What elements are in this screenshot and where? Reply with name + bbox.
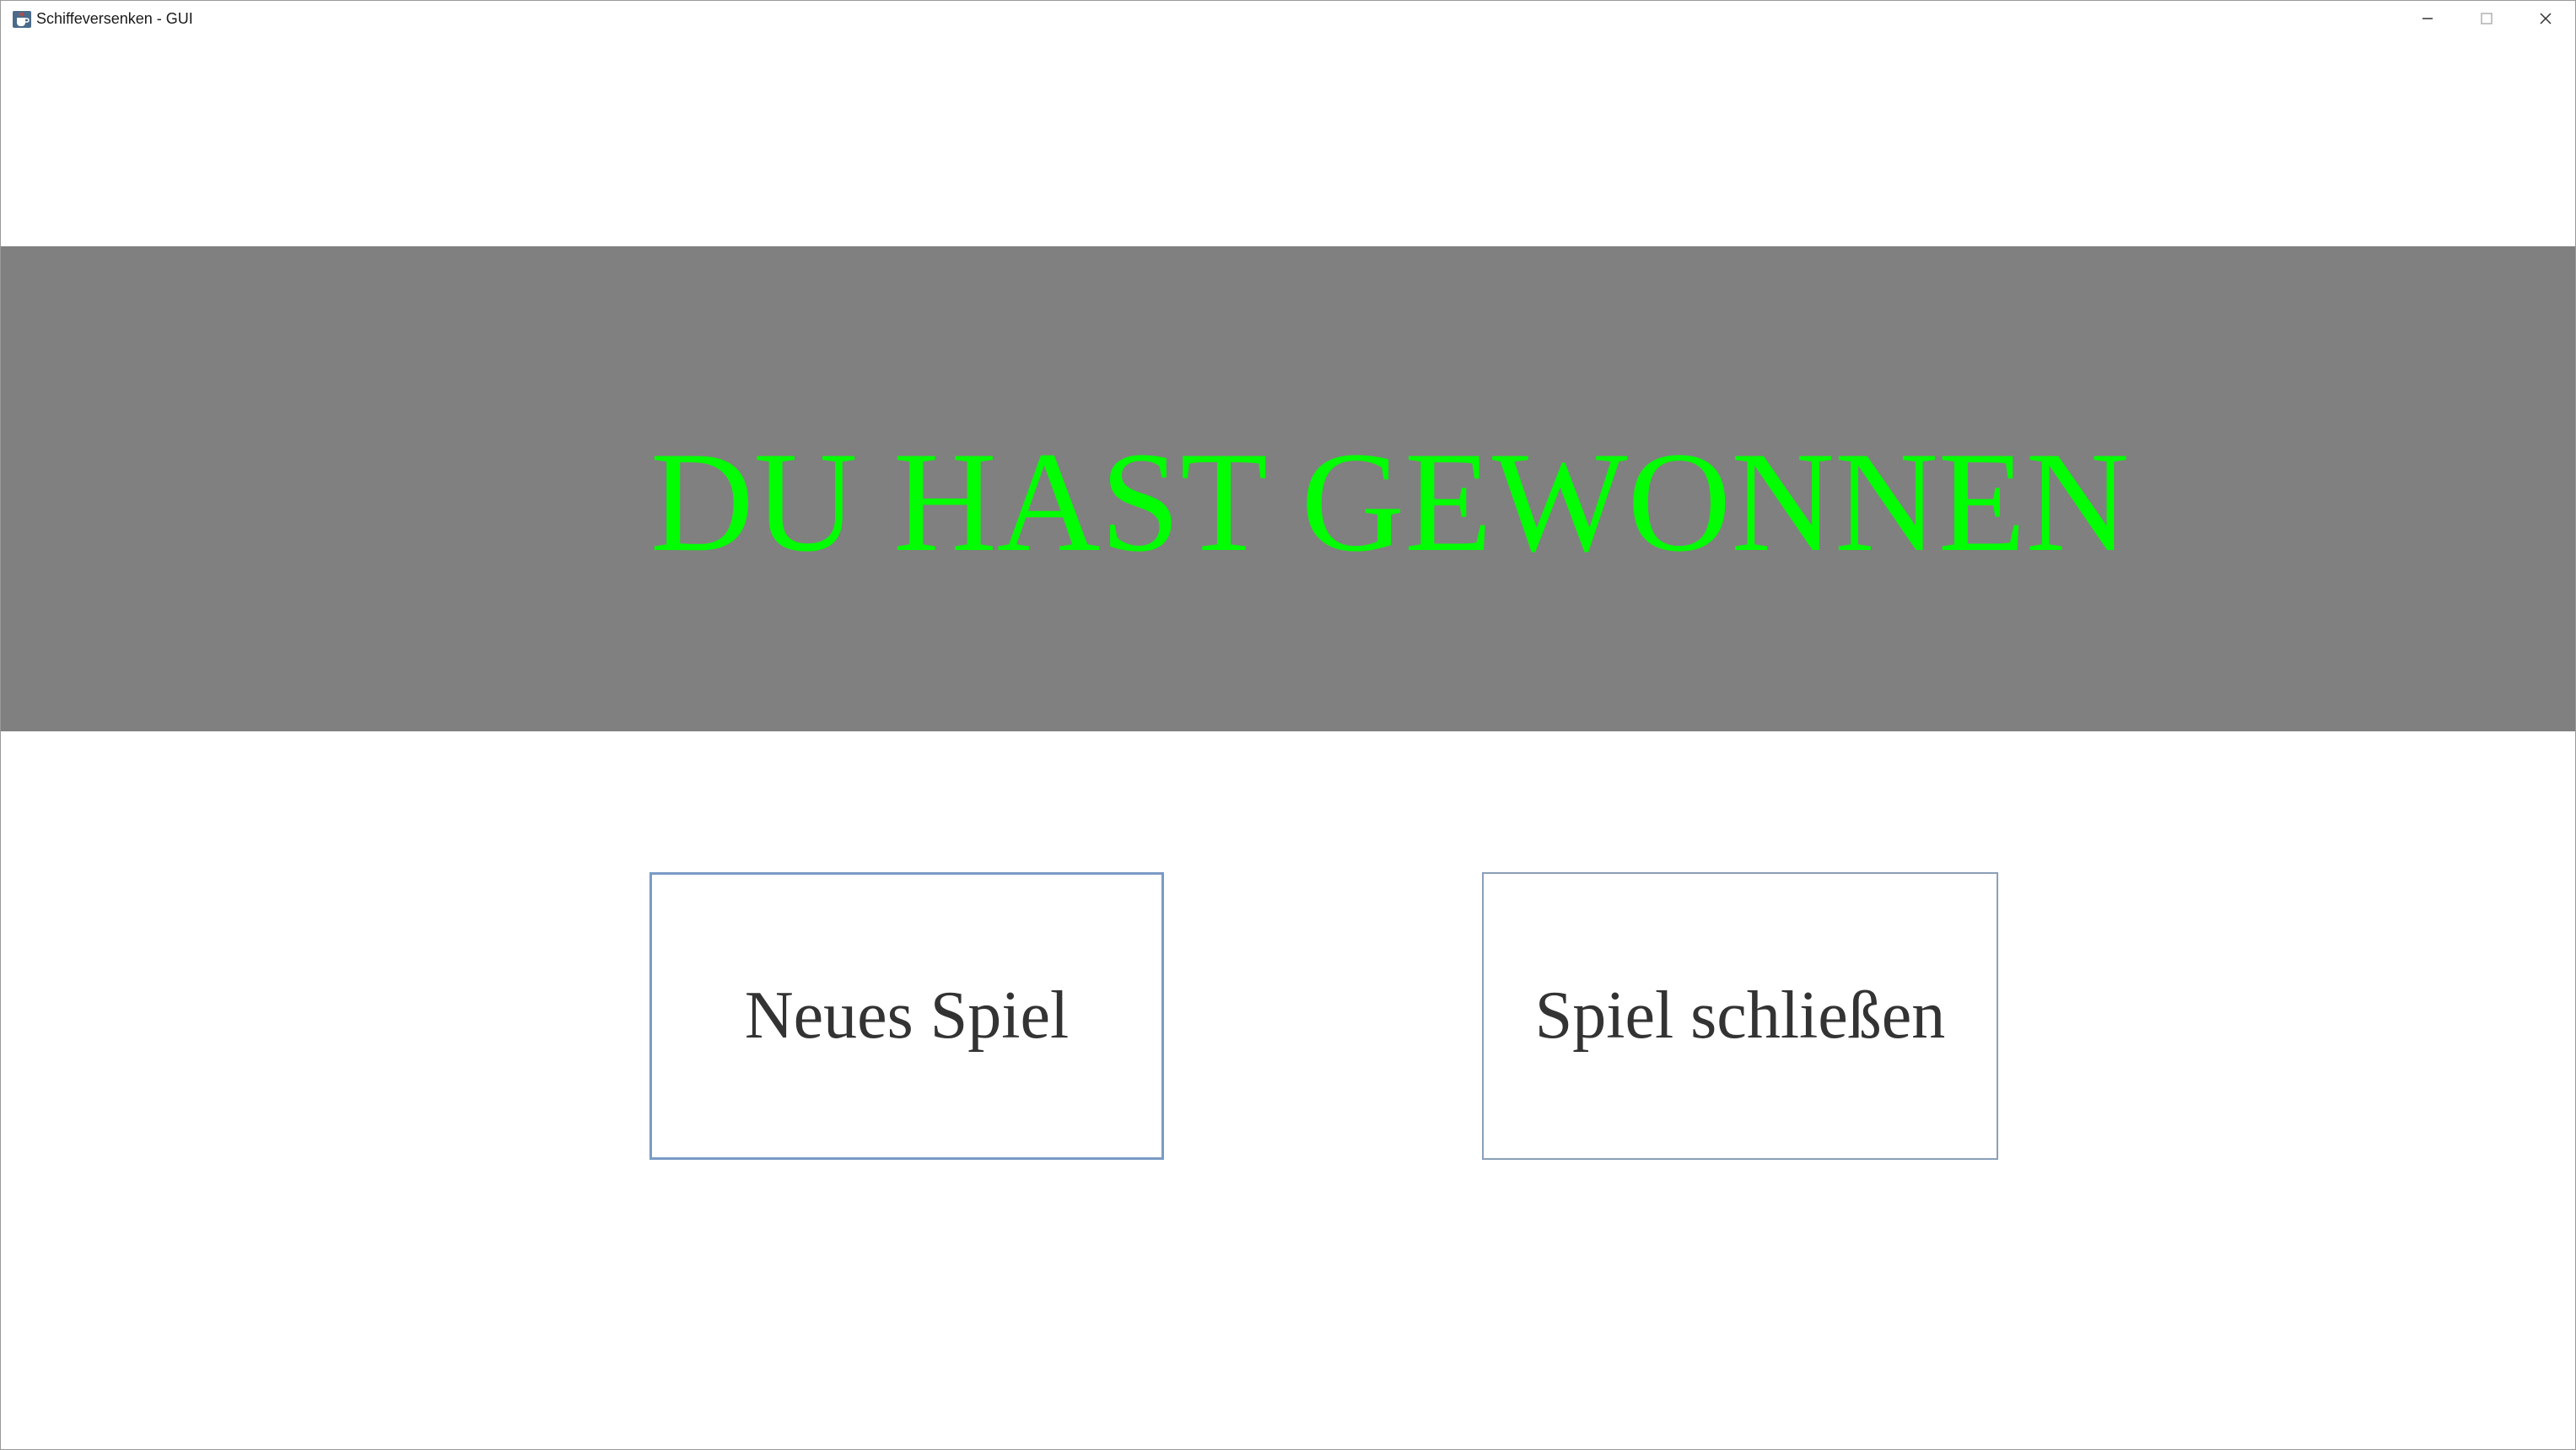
app-window: Schiffeversenken - GUI DU HAST GEWONNEN … — [0, 0, 2576, 1450]
maximize-button[interactable] — [2457, 1, 2516, 40]
result-banner: DU HAST GEWONNEN — [1, 246, 2575, 731]
close-icon — [2537, 10, 2554, 31]
title-bar[interactable]: Schiffeversenken - GUI — [1, 1, 2575, 40]
window-title: Schiffeversenken - GUI — [36, 10, 193, 27]
minimize-icon — [2419, 10, 2436, 31]
close-window-button[interactable] — [2516, 1, 2575, 40]
new-game-button[interactable]: Neues Spiel — [649, 872, 1164, 1160]
java-cup-icon — [11, 8, 33, 30]
close-game-button[interactable]: Spiel schließen — [1482, 872, 1998, 1160]
win-message: DU HAST GEWONNEN — [650, 423, 2130, 581]
minimize-button[interactable] — [2398, 1, 2457, 40]
maximize-icon — [2478, 10, 2495, 31]
